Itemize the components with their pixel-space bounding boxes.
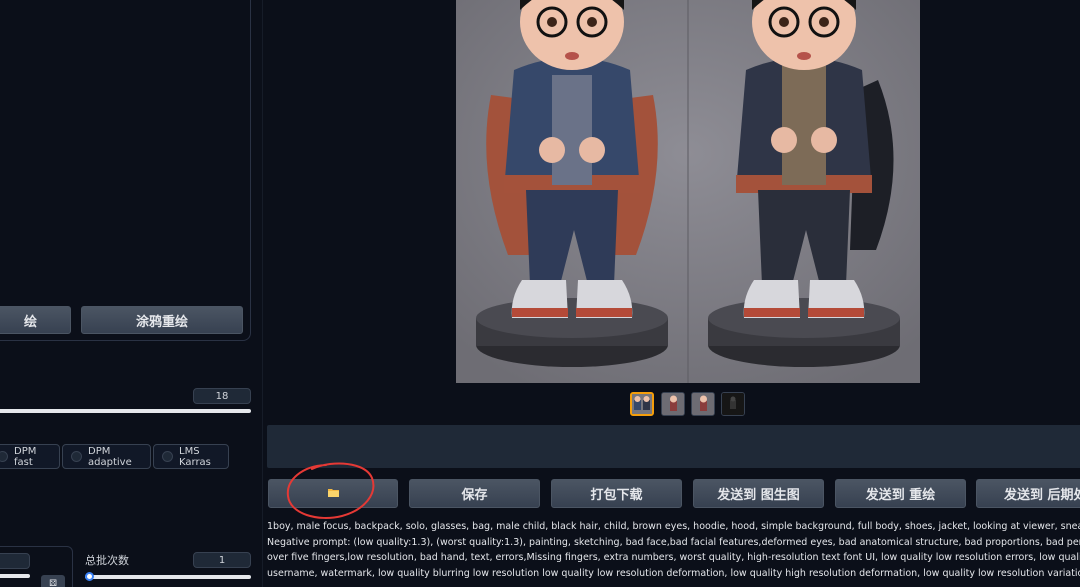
send-to-extras-label: 发送到 后期处理 xyxy=(1004,488,1080,503)
generation-info-bar xyxy=(267,425,1080,468)
zip-download-button-label: 打包下载 xyxy=(590,488,643,503)
thumbnail-image xyxy=(632,394,652,414)
batch-count-value: 1 xyxy=(218,554,226,566)
dice-button[interactable]: ⚄ xyxy=(41,575,65,587)
thumbnail-image xyxy=(692,393,714,415)
negative-prompt-line: username, watermark, low quality blurrin… xyxy=(267,568,1080,580)
batch-size-number-input[interactable]: 0 xyxy=(0,553,30,569)
save-button-label: 保存 xyxy=(461,488,488,503)
batch-count-number-input[interactable]: 1 xyxy=(193,552,251,568)
send-to-img2img-label: 发送到 图生图 xyxy=(717,488,800,503)
thumbnail-image xyxy=(722,393,744,415)
dice-icon: ⚄ xyxy=(49,579,57,587)
inpaint-button-label: 绘 xyxy=(23,314,37,330)
gallery-thumbnail[interactable] xyxy=(630,392,654,416)
gallery-thumbnail[interactable] xyxy=(691,392,715,416)
batch-count-label: 总批次数 xyxy=(85,554,129,567)
save-button[interactable]: 保存 xyxy=(409,479,540,508)
sketch-inpaint-button-label: 涂鸦重绘 xyxy=(135,314,188,330)
sampler-option-lms-karras[interactable]: LMS Karras xyxy=(153,444,229,469)
send-to-extras-button[interactable]: 发送到 后期处理 xyxy=(976,479,1080,508)
generation-info-text: 1boy, male focus, backpack, solo, glasse… xyxy=(267,519,1080,582)
sampler-option-dpm-fast[interactable]: DPM fast xyxy=(0,444,60,469)
inpaint-panel xyxy=(0,0,251,341)
sampler-option-dpm-adaptive[interactable]: DPM adaptive xyxy=(62,444,151,469)
generated-image-grid xyxy=(456,0,920,383)
prompt-line: 1boy, male focus, backpack, solo, glasse… xyxy=(267,521,1080,532)
send-to-inpaint-button[interactable]: 发送到 重绘 xyxy=(835,479,966,508)
annotation-circle xyxy=(286,462,375,519)
batch-count-slider[interactable] xyxy=(85,575,251,579)
sampler-label: LMS Karras xyxy=(179,445,211,468)
radio-button[interactable] xyxy=(0,451,8,462)
steps-value: 18 xyxy=(215,390,229,402)
thumbnail-image xyxy=(662,393,684,415)
column-divider xyxy=(262,0,263,587)
radio-button[interactable] xyxy=(162,451,173,462)
gallery-thumbnail[interactable] xyxy=(661,392,685,416)
output-gallery-image[interactable] xyxy=(456,0,920,383)
negative-prompt-line: over five fingers,low resolution, bad ha… xyxy=(267,552,1080,564)
steps-slider[interactable] xyxy=(0,409,251,413)
sampler-label: DPM fast xyxy=(14,445,37,468)
negative-prompt-line: Negative prompt: (low quality:1.3), (wor… xyxy=(267,536,1080,548)
radio-button[interactable] xyxy=(71,451,82,462)
send-to-inpaint-label: 发送到 重绘 xyxy=(865,488,936,503)
inpaint-button[interactable]: 绘 xyxy=(0,306,71,334)
steps-number-input[interactable]: 18 xyxy=(193,388,251,404)
zip-download-button[interactable]: 打包下载 xyxy=(551,479,682,508)
batch-size-slider[interactable] xyxy=(0,574,30,578)
sketch-inpaint-button[interactable]: 涂鸦重绘 xyxy=(81,306,243,334)
gallery-thumbnail[interactable] xyxy=(721,392,745,416)
send-to-img2img-button[interactable]: 发送到 图生图 xyxy=(693,479,824,508)
sampler-label: DPM adaptive xyxy=(88,445,132,468)
batch-count-slider-thumb[interactable] xyxy=(85,572,94,581)
